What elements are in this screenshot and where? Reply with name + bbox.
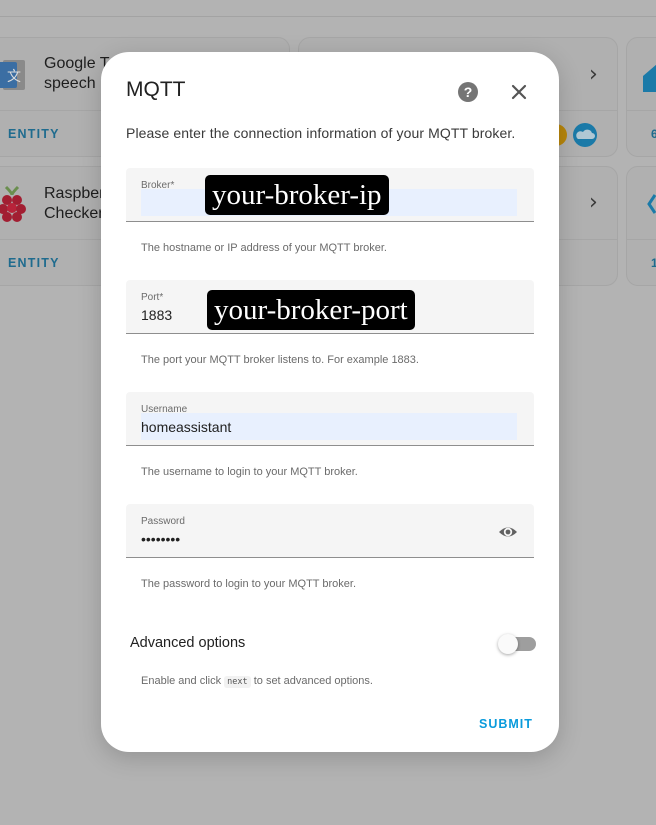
card-title: Raspber Checker bbox=[44, 185, 105, 222]
top-divider bbox=[0, 16, 656, 17]
broker-helper: The hostname or IP address of your MQTT … bbox=[141, 242, 387, 254]
dialog-title: MQTT bbox=[126, 78, 186, 101]
password-field[interactable]: Password bbox=[126, 504, 534, 558]
toggle-knob bbox=[498, 634, 518, 654]
help-circle-icon[interactable]: ? bbox=[457, 81, 479, 103]
edge-card[interactable]: 6 bbox=[626, 37, 656, 157]
username-input[interactable] bbox=[141, 413, 517, 440]
svg-text:文: 文 bbox=[7, 69, 21, 85]
entity-link[interactable]: ENTITY bbox=[8, 256, 60, 270]
edge-card[interactable]: 1 bbox=[626, 166, 656, 286]
port-redaction: your-broker-port bbox=[207, 290, 415, 330]
close-icon[interactable] bbox=[509, 82, 529, 102]
eye-icon[interactable] bbox=[498, 522, 518, 542]
dialog-description: Please enter the connection information … bbox=[126, 125, 516, 141]
submit-button[interactable]: SUBMIT bbox=[479, 717, 533, 731]
google-translate-icon: 文 bbox=[0, 60, 25, 90]
port-helper: The port your MQTT broker listens to. Fo… bbox=[141, 354, 419, 366]
card-title: Google T speech bbox=[44, 55, 110, 92]
bracket-icon bbox=[647, 194, 656, 214]
entity-link[interactable]: ENTITY bbox=[8, 127, 60, 141]
chevron-right-icon[interactable]: › bbox=[589, 190, 598, 215]
password-helper: The password to login to your MQTT broke… bbox=[141, 578, 356, 590]
home-icon bbox=[643, 64, 656, 92]
broker-redaction: your-broker-ip bbox=[205, 175, 389, 215]
advanced-options-toggle[interactable] bbox=[498, 634, 536, 654]
mqtt-config-dialog: MQTT ? Please enter the connection infor… bbox=[101, 52, 559, 752]
username-field[interactable]: Username bbox=[126, 392, 534, 446]
raspberry-pi-icon bbox=[0, 185, 26, 222]
svg-text:?: ? bbox=[464, 84, 473, 100]
next-code: next bbox=[224, 676, 251, 688]
advanced-options-help: Enable and click next to set advanced op… bbox=[141, 675, 373, 688]
username-helper: The username to login to your MQTT broke… bbox=[141, 466, 358, 478]
password-input[interactable] bbox=[141, 525, 471, 552]
chevron-right-icon[interactable]: › bbox=[589, 62, 598, 87]
advanced-options-label: Advanced options bbox=[130, 635, 246, 651]
